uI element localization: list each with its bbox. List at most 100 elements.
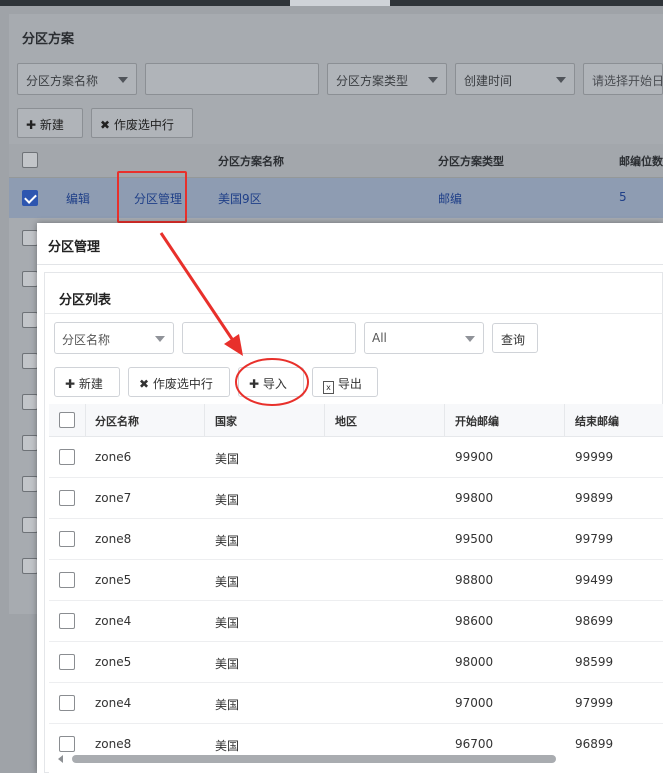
column-divider <box>564 404 565 437</box>
horizontal-scrollbar[interactable] <box>72 755 556 763</box>
column-divider <box>444 404 445 437</box>
row-end-zip: 96899 <box>575 737 614 751</box>
table-row[interactable]: zone7 美国 99800 99899 <box>49 478 663 519</box>
column-divider <box>204 404 205 437</box>
created-time-select-label: 创建时间 <box>464 74 513 88</box>
scheme-row-type: 邮编 <box>438 192 463 206</box>
row-zone-name: zone4 <box>95 614 132 628</box>
scheme-row-checkbox[interactable] <box>22 190 38 206</box>
row-checkbox[interactable] <box>59 654 75 670</box>
scheme-row-checkbox[interactable] <box>22 476 38 492</box>
row-country: 美国 <box>215 657 240 671</box>
row-country: 美国 <box>215 493 240 507</box>
zone-field-select[interactable]: 分区名称 <box>54 322 174 354</box>
scheme-col-name: 分区方案名称 <box>218 155 284 168</box>
scheme-row-digits: 5 <box>619 190 627 204</box>
zone-field-select-label: 分区名称 <box>62 333 111 347</box>
scheme-row-checkbox[interactable] <box>22 353 38 369</box>
row-start-zip: 99900 <box>455 450 494 464</box>
scheme-disable-button[interactable]: ✖ 作废选中行 <box>91 108 193 138</box>
scroll-left-arrow-icon[interactable] <box>58 755 63 763</box>
scheme-search-input[interactable] <box>145 63 319 95</box>
row-checkbox[interactable] <box>59 490 75 506</box>
query-button-label: 查询 <box>501 333 526 347</box>
highlight-box <box>117 171 187 223</box>
export-button[interactable]: x 导出 <box>312 367 378 397</box>
table-row[interactable]: zone5 美国 98000 98599 <box>49 642 663 683</box>
row-zone-name: zone5 <box>95 655 132 669</box>
zone-select-all-checkbox[interactable] <box>59 412 75 428</box>
zone-search-input[interactable] <box>182 322 356 354</box>
chevron-down-icon <box>155 336 165 342</box>
table-row[interactable]: zone4 美国 98600 98699 <box>49 601 663 642</box>
created-time-select[interactable]: 创建时间 <box>455 63 575 95</box>
scheme-type-select[interactable]: 分区方案类型 <box>327 63 447 95</box>
row-end-zip: 99799 <box>575 532 614 546</box>
plus-icon: ✚ <box>65 377 76 391</box>
row-country: 美国 <box>215 534 240 548</box>
query-button[interactable]: 查询 <box>492 323 538 353</box>
edit-link[interactable]: 编辑 <box>66 190 90 207</box>
row-checkbox[interactable] <box>59 449 75 465</box>
chevron-down-icon <box>428 77 438 83</box>
zone-new-label: 新建 <box>78 377 103 391</box>
scheme-row-checkbox[interactable] <box>22 517 38 533</box>
scheme-table-header <box>9 144 663 178</box>
scheme-row-checkbox[interactable] <box>22 435 38 451</box>
scheme-new-button[interactable]: ✚ 新建 <box>17 108 83 138</box>
country-select[interactable]: All <box>364 322 484 354</box>
row-start-zip: 97000 <box>455 696 494 710</box>
scheme-field-select[interactable]: 分区方案名称 <box>17 63 137 95</box>
row-checkbox[interactable] <box>59 613 75 629</box>
import-button[interactable]: ✚ 导入 <box>238 367 304 397</box>
zone-new-button[interactable]: ✚ 新建 <box>54 367 120 397</box>
import-label: 导入 <box>262 377 287 391</box>
table-row[interactable]: zone5 美国 98800 99499 <box>49 560 663 601</box>
export-label: 导出 <box>337 377 362 391</box>
row-start-zip: 99500 <box>455 532 494 546</box>
row-zone-name: zone4 <box>95 696 132 710</box>
scheme-selected-row[interactable] <box>9 178 663 218</box>
export-file-icon: x <box>323 381 334 394</box>
table-row[interactable]: zone8 美国 99500 99799 <box>49 519 663 560</box>
row-start-zip: 98600 <box>455 614 494 628</box>
row-end-zip: 98699 <box>575 614 614 628</box>
scheme-row-checkbox[interactable] <box>22 230 38 246</box>
zone-disable-button[interactable]: ✖ 作废选中行 <box>128 367 230 397</box>
start-date-input[interactable]: 请选择开始日... <box>583 63 663 95</box>
col-country: 国家 <box>215 415 237 428</box>
scheme-field-select-label: 分区方案名称 <box>26 74 99 88</box>
row-start-zip: 98000 <box>455 655 494 669</box>
row-checkbox[interactable] <box>59 572 75 588</box>
row-zone-name: zone5 <box>95 573 132 587</box>
col-end-zip: 结束邮编 <box>575 415 619 428</box>
scheme-row-checkbox[interactable] <box>22 558 38 574</box>
row-zone-name: zone7 <box>95 491 132 505</box>
row-zone-name: zone6 <box>95 450 132 464</box>
row-end-zip: 99899 <box>575 491 614 505</box>
close-icon: ✖ <box>100 118 111 132</box>
country-select-label: All <box>372 331 387 345</box>
row-end-zip: 97999 <box>575 696 614 710</box>
row-checkbox[interactable] <box>59 736 75 752</box>
scheme-row-checkbox[interactable] <box>22 271 38 287</box>
scheme-row-checkbox[interactable] <box>22 312 38 328</box>
scheme-panel-title: 分区方案 <box>22 32 75 47</box>
plus-icon: ✚ <box>249 377 260 391</box>
row-end-zip: 98599 <box>575 655 614 669</box>
row-end-zip: 99999 <box>575 450 614 464</box>
row-country: 美国 <box>215 739 240 753</box>
row-checkbox[interactable] <box>59 531 75 547</box>
row-country: 美国 <box>215 452 240 466</box>
dialog-title: 分区管理 <box>48 240 101 255</box>
table-row[interactable]: zone6 美国 99900 99999 <box>49 437 663 478</box>
table-row[interactable]: zone4 美国 97000 97999 <box>49 683 663 724</box>
row-checkbox[interactable] <box>59 695 75 711</box>
table-row[interactable]: zone8 美国 96700 96899 <box>49 724 663 773</box>
chevron-down-icon <box>465 336 475 342</box>
chevron-down-icon <box>556 77 566 83</box>
row-zone-name: zone8 <box>95 737 132 751</box>
scheme-row-checkbox[interactable] <box>22 394 38 410</box>
row-start-zip: 98800 <box>455 573 494 587</box>
scheme-select-all-checkbox[interactable] <box>22 152 38 168</box>
